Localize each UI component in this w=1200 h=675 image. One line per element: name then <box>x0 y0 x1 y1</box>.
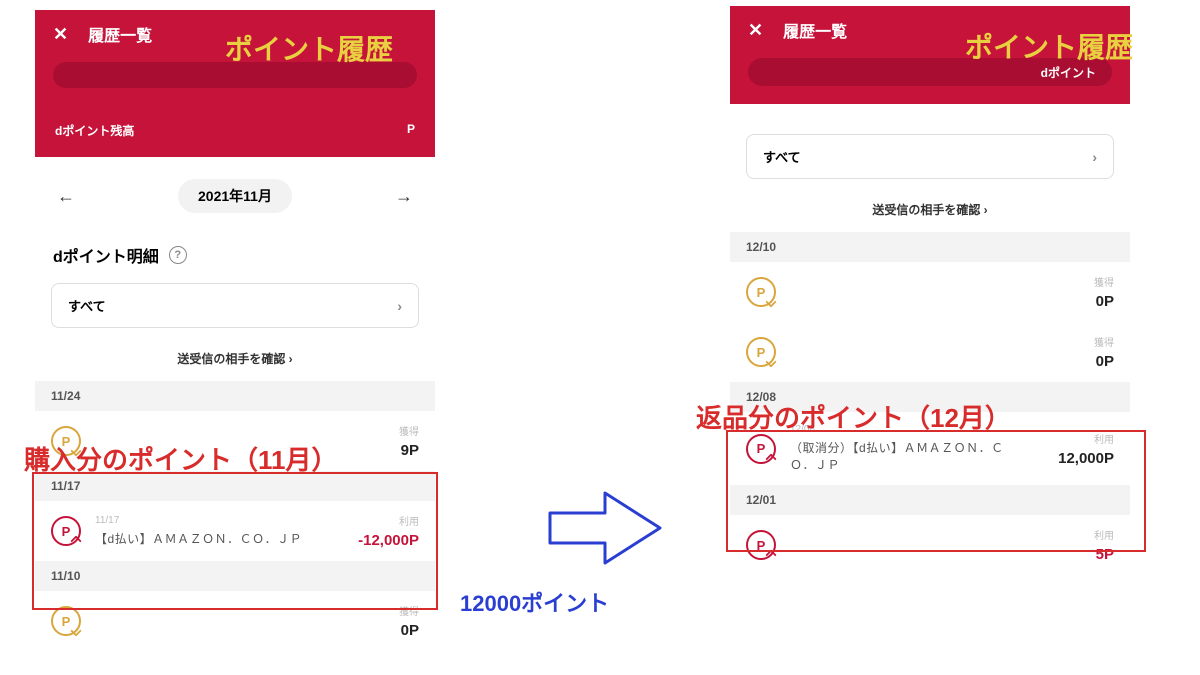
arrow-right-icon <box>545 488 665 568</box>
balance-symbol: P <box>407 122 415 139</box>
chevron-right-icon: › <box>397 298 402 314</box>
chevron-right-icon: › <box>1092 149 1097 165</box>
month-navigator: ← 2021年11月 → <box>35 157 435 213</box>
filter-label: すべて <box>68 296 106 315</box>
transaction-row[interactable]: P 獲得 0P <box>730 322 1130 382</box>
filter-select[interactable]: すべて › <box>51 283 419 328</box>
header-title: 履歴一覧 <box>88 22 152 46</box>
section-title-row: dポイント明細 ? <box>35 213 435 267</box>
filter-label: すべて <box>763 147 801 166</box>
annotation-12000: 12000ポイント <box>460 586 609 618</box>
confirm-partner-link[interactable]: 送受信の相手を確認 › <box>35 328 435 381</box>
annotation-point-history-left: ポイント履歴 <box>225 28 393 68</box>
header-tab-label: dポイント <box>1041 64 1096 81</box>
confirm-partner-link[interactable]: 送受信の相手を確認 › <box>730 179 1130 232</box>
date-band-1124: 11/24 <box>35 381 435 411</box>
point-earn-icon: P <box>746 277 776 307</box>
txn-amount: 9P <box>347 442 419 459</box>
point-earn-icon: P <box>746 337 776 367</box>
txn-amount: 0P <box>1042 353 1114 370</box>
next-month-icon[interactable]: → <box>395 186 413 207</box>
header-title: 履歴一覧 <box>783 18 847 42</box>
transaction-row[interactable]: P 獲得 0P <box>730 262 1130 322</box>
txn-kind: 獲得 <box>1042 334 1114 349</box>
month-label[interactable]: 2021年11月 <box>178 179 292 213</box>
prev-month-icon[interactable]: ← <box>57 186 75 207</box>
close-icon[interactable]: ✕ <box>748 20 763 41</box>
help-icon[interactable]: ? <box>169 246 187 264</box>
section-title: dポイント明細 <box>53 243 159 267</box>
annotation-point-history-right: ポイント履歴 <box>965 26 1133 66</box>
highlight-box-left <box>32 472 438 610</box>
close-icon[interactable]: ✕ <box>53 24 68 45</box>
txn-amount: 0P <box>1042 293 1114 310</box>
balance-row: dポイント残高 P <box>53 122 417 143</box>
txn-amount: 0P <box>347 622 419 639</box>
date-band-1210: 12/10 <box>730 232 1130 262</box>
filter-select[interactable]: すべて › <box>746 134 1114 179</box>
txn-kind: 獲得 <box>1042 274 1114 289</box>
balance-label: dポイント残高 <box>55 122 134 139</box>
txn-kind: 獲得 <box>347 423 419 438</box>
highlight-box-right <box>726 430 1146 552</box>
point-earn-icon: P <box>51 606 81 636</box>
